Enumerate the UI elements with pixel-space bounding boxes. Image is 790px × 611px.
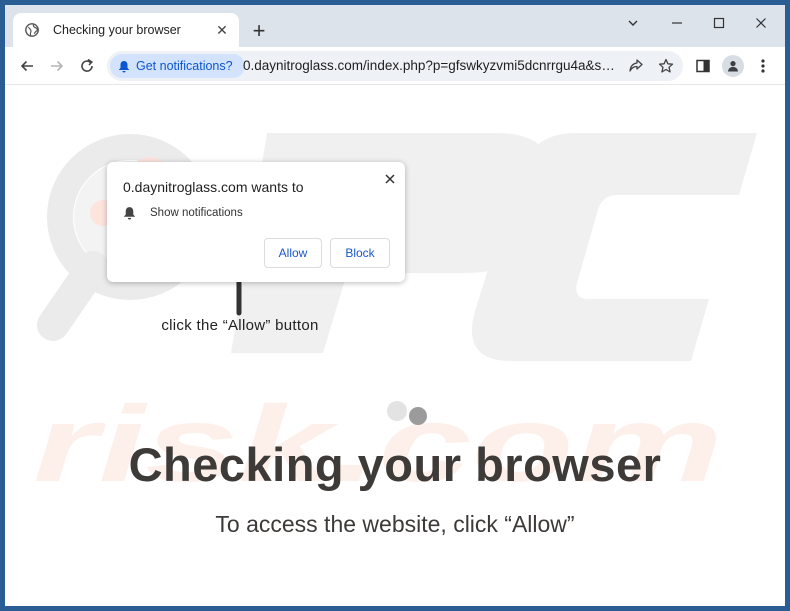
permission-text: Show notifications — [150, 207, 243, 219]
new-tab-button[interactable]: + — [245, 17, 273, 45]
permission-row: Show notifications — [123, 206, 243, 220]
maximize-icon[interactable] — [697, 9, 741, 37]
page-subline: To access the website, click “Allow” — [215, 511, 575, 537]
allow-button[interactable]: Allow — [264, 238, 322, 268]
globe-icon — [25, 23, 39, 37]
forward-arrow-icon[interactable] — [43, 52, 71, 80]
browser-toolbar: Get notifications? 0.daynitroglass.com/i… — [5, 47, 785, 85]
back-arrow-icon[interactable] — [13, 52, 41, 80]
bell-icon — [123, 206, 136, 220]
tab-title: Checking your browser — [53, 23, 181, 37]
bookmark-star-icon[interactable] — [655, 55, 677, 77]
page-content: risk.com click the “Allow” button Checki… — [5, 85, 785, 606]
address-bar[interactable]: Get notifications? 0.daynitroglass.com/i… — [107, 51, 683, 81]
url-text[interactable]: 0.daynitroglass.com/index.php?p=gfswkyzv… — [243, 58, 619, 73]
tab-checking-your-browser[interactable]: Checking your browser ✕ — [13, 13, 239, 47]
popup-close-icon[interactable] — [379, 168, 401, 190]
page-headline: Checking your browser — [128, 438, 662, 491]
tab-strip: Checking your browser ✕ + — [5, 5, 785, 47]
browser-window: Checking your browser ✕ + Get notificati… — [5, 5, 785, 606]
notification-permission-chip[interactable]: Get notifications? — [110, 54, 245, 78]
side-panel-icon[interactable] — [689, 52, 717, 80]
window-close-icon[interactable] — [739, 9, 783, 37]
loading-spinner-dot — [387, 401, 407, 421]
arrow-instruction-text: click the “Allow” button — [161, 317, 319, 334]
kebab-menu-icon[interactable] — [749, 52, 777, 80]
block-button[interactable]: Block — [330, 238, 390, 268]
share-icon[interactable] — [625, 55, 647, 77]
profile-avatar-icon[interactable] — [719, 52, 747, 80]
minimize-icon[interactable] — [611, 9, 655, 37]
reload-icon[interactable] — [73, 52, 101, 80]
popup-title: 0.daynitroglass.com wants to — [123, 179, 304, 195]
notification-permission-popup: 0.daynitroglass.com wants to Show notifi… — [107, 162, 405, 282]
minimize-window-icon[interactable] — [655, 9, 699, 37]
bell-icon — [118, 60, 130, 73]
tab-close-icon[interactable]: ✕ — [209, 17, 235, 43]
loading-spinner-dot — [409, 407, 427, 425]
permission-chip-label: Get notifications? — [136, 59, 233, 73]
